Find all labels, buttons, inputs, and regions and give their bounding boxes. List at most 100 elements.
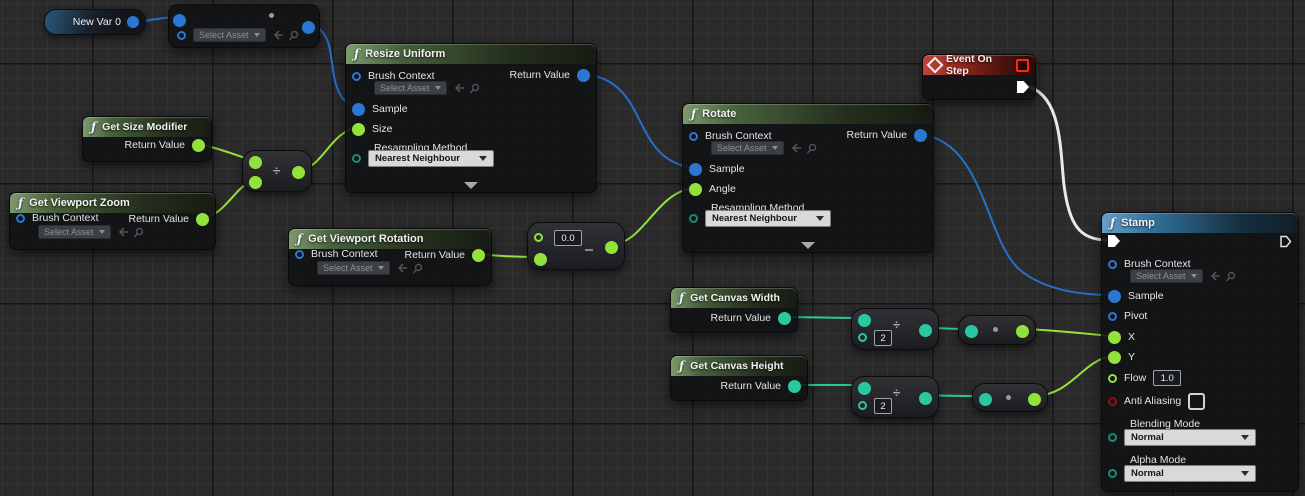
divide-output-pin[interactable] <box>292 166 305 179</box>
select-asset-dropdown[interactable]: Select Asset <box>711 141 784 155</box>
use-selected-icon[interactable] <box>454 83 465 93</box>
size-pin[interactable] <box>352 122 365 136</box>
alpha-mode-pin[interactable] <box>1108 468 1117 478</box>
offset-input-b-pin[interactable] <box>534 253 547 266</box>
divide-input-b-pin[interactable] <box>858 401 867 410</box>
return-value-pin[interactable] <box>788 379 801 393</box>
exec-input-pin[interactable] <box>1108 235 1120 247</box>
node-header[interactable]: ƒ Stamp <box>1102 213 1298 233</box>
node-get-viewport-rotation[interactable]: ƒ Get Viewport Rotation Brush Context Se… <box>288 228 492 286</box>
divisor-value-box[interactable]: 2 <box>874 330 892 346</box>
return-value-pin[interactable] <box>577 68 590 82</box>
flow-value-box[interactable]: 1.0 <box>1153 370 1182 386</box>
divide-input-a-pin[interactable] <box>249 156 262 169</box>
node-asset-picker[interactable]: Select Asset <box>168 4 320 48</box>
divide-input-b-pin[interactable] <box>249 176 262 189</box>
browse-icon[interactable] <box>469 83 480 94</box>
brush-context-pin[interactable] <box>16 213 25 223</box>
sample-pin[interactable] <box>352 102 365 116</box>
use-selected-icon[interactable] <box>397 263 408 273</box>
use-selected-icon[interactable] <box>273 30 284 40</box>
browse-icon[interactable] <box>1225 271 1236 282</box>
use-selected-icon[interactable] <box>791 143 802 153</box>
x-pin[interactable] <box>1108 330 1121 344</box>
blending-mode-dropdown[interactable]: Normal <box>1124 428 1256 446</box>
divide-input-b-pin[interactable] <box>858 333 867 342</box>
browse-icon[interactable] <box>288 30 299 41</box>
return-value-pin[interactable] <box>778 311 791 325</box>
node-header[interactable]: ƒ Rotate <box>683 104 933 124</box>
conversion-input-pin[interactable] <box>965 325 978 338</box>
select-asset-dropdown[interactable]: Select Asset <box>38 225 111 239</box>
offset-input-a-pin[interactable] <box>534 233 543 242</box>
input-pin-asset[interactable] <box>173 14 186 27</box>
node-divide-width[interactable]: 2 ÷ <box>851 308 939 350</box>
anti-aliasing-pin[interactable] <box>1108 396 1117 406</box>
browse-icon[interactable] <box>806 143 817 154</box>
exec-output-pin[interactable] <box>1017 81 1029 93</box>
resampling-dropdown[interactable]: Nearest Neighbour <box>368 149 494 167</box>
node-int-to-float-x[interactable] <box>958 315 1036 345</box>
divide-input-a-pin[interactable] <box>858 382 871 395</box>
sample-pin[interactable] <box>689 162 702 176</box>
node-rotate[interactable]: ƒ Rotate Brush Context Select Asset Samp… <box>682 103 934 253</box>
select-asset-dropdown[interactable]: Select Asset <box>317 261 390 275</box>
resampling-dropdown[interactable]: Nearest Neighbour <box>705 209 831 227</box>
offset-output-pin[interactable] <box>605 241 618 254</box>
blueprint-graph-canvas[interactable]: New Var 0 Select Asset ƒ Resize Uniform <box>0 0 1305 496</box>
expand-advanced-chevron-icon[interactable] <box>801 242 815 249</box>
node-get-canvas-height[interactable]: ƒ Get Canvas Height Return Value <box>670 355 808 401</box>
node-get-viewport-zoom[interactable]: ƒ Get Viewport Zoom Brush Context Select… <box>9 192 216 250</box>
return-value-pin[interactable] <box>914 128 927 142</box>
node-new-var[interactable]: New Var 0 <box>44 9 146 35</box>
conversion-output-pin[interactable] <box>1016 325 1029 338</box>
resampling-method-pin[interactable] <box>352 153 361 163</box>
browse-icon[interactable] <box>412 263 423 274</box>
flow-pin[interactable] <box>1108 373 1117 383</box>
node-int-to-float-y[interactable] <box>972 383 1048 412</box>
blending-mode-pin[interactable] <box>1108 432 1117 442</box>
node-header[interactable]: ƒ Get Canvas Height <box>671 356 807 376</box>
conversion-output-pin[interactable] <box>1028 393 1041 406</box>
node-stamp[interactable]: ƒ Stamp Brush Context Select Asset Sampl… <box>1101 212 1299 492</box>
use-selected-icon[interactable] <box>118 227 129 237</box>
return-value-pin[interactable] <box>472 248 485 262</box>
output-pin-asset[interactable] <box>302 21 315 34</box>
node-resize-uniform[interactable]: ƒ Resize Uniform Brush Context Select As… <box>345 43 597 193</box>
node-header[interactable]: ƒ Resize Uniform <box>346 44 596 64</box>
brush-context-pin[interactable] <box>689 131 698 141</box>
return-value-pin[interactable] <box>196 212 209 226</box>
node-divide-height[interactable]: 2 ÷ <box>851 376 939 418</box>
node-header[interactable]: ƒ Get Canvas Width <box>671 288 797 308</box>
sample-pin[interactable] <box>1108 289 1121 303</box>
node-get-size-modifier[interactable]: ƒ Get Size Modifier Return Value <box>82 116 212 162</box>
delegate-pin[interactable] <box>1016 58 1029 72</box>
browse-icon[interactable] <box>133 227 144 238</box>
divide-output-pin[interactable] <box>919 324 932 337</box>
brush-context-pin[interactable] <box>352 71 361 81</box>
expand-advanced-chevron-icon[interactable] <box>464 182 478 189</box>
node-rotation-offset[interactable]: 0.0 <box>527 222 625 270</box>
asset-pin[interactable] <box>177 30 186 40</box>
brush-context-pin[interactable] <box>1108 259 1117 269</box>
node-header[interactable]: Event On Step <box>923 53 1035 77</box>
node-event-on-step[interactable]: Event On Step <box>922 53 1036 100</box>
divide-input-a-pin[interactable] <box>858 314 871 327</box>
resampling-method-pin[interactable] <box>689 213 698 223</box>
conversion-input-pin[interactable] <box>979 393 992 406</box>
y-pin[interactable] <box>1108 350 1121 364</box>
divide-output-pin[interactable] <box>919 392 932 405</box>
select-asset-dropdown[interactable]: Select Asset <box>193 28 266 42</box>
offset-value-box[interactable]: 0.0 <box>554 230 582 246</box>
return-value-pin[interactable] <box>192 138 205 152</box>
pivot-pin[interactable] <box>1108 311 1117 321</box>
output-pin-variable[interactable] <box>127 16 139 28</box>
alpha-mode-dropdown[interactable]: Normal <box>1124 464 1256 482</box>
anti-aliasing-checkbox[interactable] <box>1188 392 1206 410</box>
select-asset-dropdown[interactable]: Select Asset <box>374 81 447 95</box>
exec-output-pin[interactable] <box>1279 235 1292 248</box>
use-selected-icon[interactable] <box>1210 271 1221 281</box>
angle-pin[interactable] <box>689 182 702 196</box>
divisor-value-box[interactable]: 2 <box>874 398 892 414</box>
brush-context-pin[interactable] <box>295 249 304 259</box>
